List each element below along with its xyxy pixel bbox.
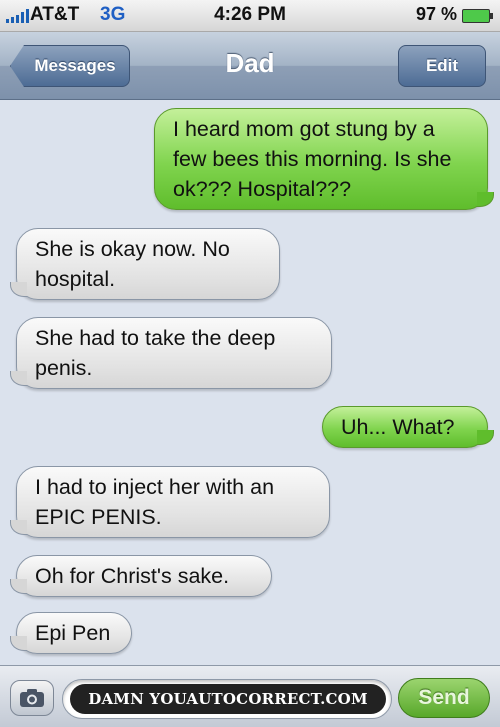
incoming-message[interactable]: She had to take the deep penis. [10,317,332,389]
outgoing-message[interactable]: I heard mom got stung by a few bees this… [154,108,494,210]
incoming-message[interactable]: She is okay now. No hospital. [10,228,280,300]
send-button[interactable]: Send [398,678,490,718]
camera-icon [20,689,44,707]
incoming-message[interactable]: Epi Pen [10,612,132,654]
incoming-message[interactable]: I had to inject her with an EPIC PENIS. [10,466,330,538]
battery-percentage: 97 % [416,4,458,24]
edit-button[interactable]: Edit [398,45,486,87]
status-bar: AT&T 3G 4:26 PM 97 % [0,0,500,32]
camera-button[interactable] [10,680,54,716]
outgoing-message[interactable]: Uh... What? [322,406,494,448]
navigation-bar: Messages Dad Edit [0,32,500,100]
battery-icon [462,9,493,23]
message-thread[interactable]: I heard mom got stung by a few bees this… [0,100,500,665]
watermark: DAMN YOUAUTOCORRECT.COM [70,684,386,714]
compose-bar: DAMN YOUAUTOCORRECT.COM Send [0,665,500,727]
incoming-message[interactable]: Oh for Christ's sake. [10,555,272,597]
